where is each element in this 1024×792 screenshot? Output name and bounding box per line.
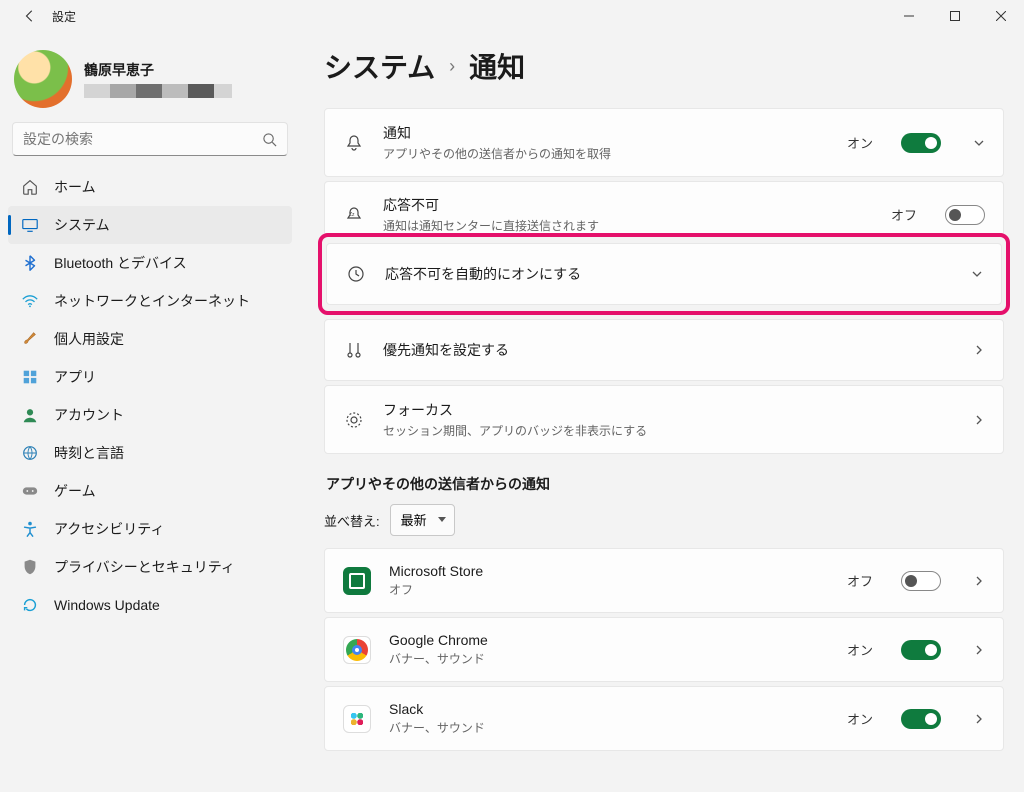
focus-icon <box>343 410 365 430</box>
minimize-button[interactable] <box>886 0 932 32</box>
chevron-right-icon <box>973 344 985 356</box>
update-icon <box>20 595 40 615</box>
sidebar-item-accounts[interactable]: アカウント <box>8 396 292 434</box>
sidebar-item-bluetooth[interactable]: Bluetooth とデバイス <box>8 244 292 282</box>
sidebar-item-accessibility[interactable]: アクセシビリティ <box>8 510 292 548</box>
brush-icon <box>20 329 40 349</box>
account-icon <box>20 405 40 425</box>
breadcrumb: システム › 通知 <box>324 46 1004 86</box>
card-notifications[interactable]: 通知アプリやその他の送信者からの通知を取得 オン <box>324 108 1004 177</box>
toggle-notifications[interactable] <box>901 133 941 153</box>
sidebar-item-system[interactable]: システム <box>8 206 292 244</box>
apps-section-heading: アプリやその他の送信者からの通知 <box>326 474 1004 494</box>
toggle-app-sl[interactable] <box>901 709 941 729</box>
avatar <box>14 50 72 108</box>
sidebar-item-windows-update[interactable]: Windows Update <box>8 586 292 624</box>
app-row-slack[interactable]: Slackバナー、サウンド オン <box>324 686 1004 751</box>
app-title: 設定 <box>48 8 76 25</box>
google-chrome-icon <box>343 636 371 664</box>
app-row-microsoft-store[interactable]: Microsoft Storeオフ オフ <box>324 548 1004 613</box>
profile-name: 鶴原早恵子 <box>84 60 232 80</box>
bell-icon <box>343 133 365 153</box>
app-row-google-chrome[interactable]: Google Chromeバナー、サウンド オン <box>324 617 1004 682</box>
wifi-icon <box>20 291 40 311</box>
chevron-right-icon <box>973 575 985 587</box>
sort-label: 並べ替え: <box>324 511 380 530</box>
search-box[interactable] <box>12 122 288 156</box>
profile-email-redacted <box>84 84 232 98</box>
search-input[interactable] <box>23 131 262 147</box>
maximize-button[interactable] <box>932 0 978 32</box>
sort-select[interactable]: 最新 <box>390 504 455 536</box>
card-auto-dnd[interactable]: 応答不可を自動的にオンにする <box>326 243 1002 305</box>
sidebar-item-home[interactable]: ホーム <box>8 168 292 206</box>
main-content: システム › 通知 通知アプリやその他の送信者からの通知を取得 オン Zz 応答… <box>300 32 1024 792</box>
system-icon <box>20 215 40 235</box>
priority-icon <box>343 340 365 360</box>
chevron-down-icon <box>971 268 983 280</box>
sidebar-item-network[interactable]: ネットワークとインターネット <box>8 282 292 320</box>
breadcrumb-separator-icon: › <box>449 56 455 77</box>
chevron-down-icon <box>973 137 985 149</box>
card-do-not-disturb[interactable]: Zz 応答不可通知は通知センターに直接送信されます オフ <box>324 181 1004 233</box>
clock-icon <box>345 264 367 284</box>
toggle-app-gc[interactable] <box>901 640 941 660</box>
search-icon <box>262 132 277 147</box>
toggle-app-ms[interactable] <box>901 571 941 591</box>
accessibility-icon <box>20 519 40 539</box>
home-icon <box>20 177 40 197</box>
close-button[interactable] <box>978 0 1024 32</box>
sidebar-item-personalization[interactable]: 個人用設定 <box>8 320 292 358</box>
bluetooth-icon <box>20 253 40 273</box>
breadcrumb-current: 通知 <box>469 46 525 86</box>
shield-icon <box>20 557 40 577</box>
globe-icon <box>20 443 40 463</box>
sidebar-item-gaming[interactable]: ゲーム <box>8 472 292 510</box>
card-priority-notifications[interactable]: 優先通知を設定する <box>324 319 1004 381</box>
sidebar-item-time-language[interactable]: 時刻と言語 <box>8 434 292 472</box>
chevron-right-icon <box>973 713 985 725</box>
sidebar-item-apps[interactable]: アプリ <box>8 358 292 396</box>
dnd-icon: Zz <box>343 205 365 225</box>
svg-text:Zz: Zz <box>349 212 355 218</box>
sidebar: 鶴原早恵子 ホーム システム Bluetooth とデバイス ネットワークとイン… <box>0 32 300 792</box>
sidebar-item-privacy[interactable]: プライバシーとセキュリティ <box>8 548 292 586</box>
highlight-annotation: 応答不可を自動的にオンにする <box>318 233 1010 315</box>
chevron-right-icon <box>973 644 985 656</box>
profile[interactable]: 鶴原早恵子 <box>8 44 292 122</box>
apps-icon <box>20 367 40 387</box>
chevron-right-icon <box>973 414 985 426</box>
toggle-dnd[interactable] <box>945 205 985 225</box>
microsoft-store-icon <box>343 567 371 595</box>
card-focus[interactable]: フォーカスセッション期間、アプリのバッジを非表示にする <box>324 385 1004 454</box>
breadcrumb-parent[interactable]: システム <box>324 46 435 86</box>
gaming-icon <box>20 481 40 501</box>
slack-icon <box>343 705 371 733</box>
titlebar: 設定 <box>0 0 1024 32</box>
back-button[interactable] <box>12 9 48 23</box>
